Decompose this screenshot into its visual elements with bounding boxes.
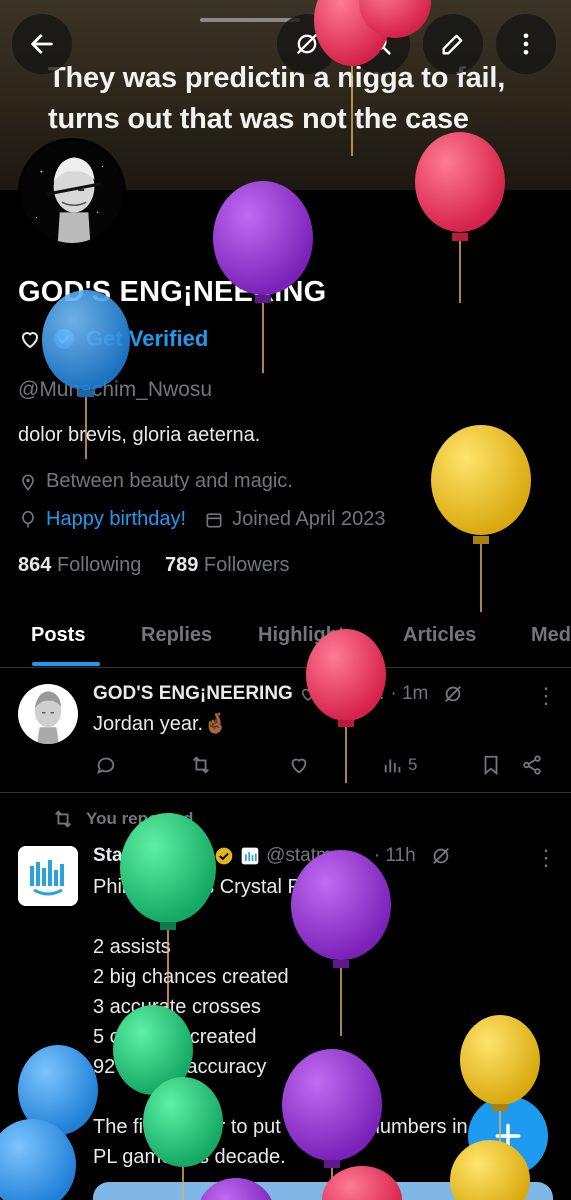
- get-verified-link[interactable]: Get Verified: [86, 326, 208, 352]
- joined-text: Joined April 2023: [232, 508, 386, 530]
- birthday-joined-row: Happy birthday! Joined April 2023: [18, 508, 386, 531]
- balloon-blue: [18, 1045, 98, 1200]
- verified-badge-icon: [54, 329, 74, 349]
- tab-highlights[interactable]: Highlights: [258, 624, 356, 647]
- post-header: StatMuse FC @statmus... · 11h: [93, 845, 452, 867]
- more-button[interactable]: [496, 14, 556, 74]
- post-more-icon[interactable]: ⋮: [535, 683, 557, 709]
- hide-icon[interactable]: [430, 845, 452, 867]
- views-button[interactable]: 5: [382, 754, 417, 776]
- balloon-blue: [0, 1119, 76, 1200]
- media-card-preview[interactable]: [93, 1182, 553, 1200]
- repost-label: You reposted: [52, 808, 193, 830]
- verified-row: Get Verified: [18, 326, 208, 352]
- profile-avatar[interactable]: [18, 138, 126, 246]
- hide-icon[interactable]: [442, 683, 464, 705]
- post-time: · 1m: [390, 683, 429, 704]
- search-icon: [368, 32, 391, 55]
- post-avatar[interactable]: [18, 684, 78, 744]
- profile-tabs: Posts Replies Highlights Articles Media: [0, 608, 571, 668]
- search-button[interactable]: [350, 14, 410, 74]
- like-icon: [291, 758, 307, 774]
- follow-stats: 864 Following 789 Followers: [18, 554, 290, 577]
- tab-posts[interactable]: Posts: [31, 624, 85, 647]
- bookmark-button[interactable]: [480, 754, 502, 776]
- heart-icon: [21, 332, 39, 349]
- birthday-text: Happy birthday!: [46, 508, 187, 530]
- drag-handle: [200, 18, 300, 22]
- location-text: Between beauty and magic.: [46, 470, 293, 492]
- tab-articles[interactable]: Articles: [403, 624, 476, 647]
- back-button[interactable]: [12, 14, 72, 74]
- post-divider: [0, 792, 571, 793]
- statue-avatar-image: [18, 684, 78, 744]
- back-arrow-icon: [31, 34, 53, 54]
- heart-icon: [301, 688, 314, 701]
- bookmark-icon: [484, 755, 498, 776]
- post-author-handle: @statmus...: [266, 845, 368, 866]
- views-icon: [384, 759, 401, 773]
- location-row: Between beauty and magic.: [18, 470, 293, 493]
- repost-icon: [55, 810, 71, 828]
- statue-avatar-image: [21, 141, 123, 243]
- statmuse-avatar[interactable]: [18, 846, 78, 906]
- compose-button[interactable]: [468, 1096, 548, 1176]
- post-author-handle: @Mu...: [322, 683, 385, 704]
- edit-icon: [442, 34, 463, 55]
- calendar-icon: [206, 512, 222, 527]
- repost-icon: [193, 756, 209, 774]
- share-button[interactable]: [521, 754, 543, 776]
- tab-media[interactable]: Media: [531, 624, 571, 647]
- post-author-name[interactable]: GOD'S ENG¡NEERING: [93, 683, 293, 705]
- following-link[interactable]: 864 Following: [18, 554, 141, 576]
- profile-name: GOD'S ENG¡NEERING: [18, 276, 327, 308]
- balloon-icon: [22, 510, 34, 527]
- statmuse-logo-icon: [18, 846, 78, 906]
- post-text: Jordan year.🤞🏾: [93, 713, 228, 735]
- post-time: · 11h: [373, 845, 416, 866]
- edit-button[interactable]: [423, 14, 483, 74]
- profile-handle: @Munachim_Nwosu: [18, 378, 213, 401]
- gold-verified-badge-icon: [215, 847, 233, 865]
- location-icon: [22, 474, 34, 491]
- hide-button[interactable]: [277, 14, 337, 74]
- more-vertical-icon: [523, 33, 529, 55]
- profile-bio: dolor brevis, gloria aeterna.: [18, 424, 261, 446]
- active-tab-indicator: [32, 662, 100, 666]
- affiliate-badge-icon: [241, 847, 259, 865]
- compose-plus-icon: [495, 1123, 521, 1149]
- repost-button[interactable]: [190, 754, 212, 776]
- post-more-icon[interactable]: ⋮: [535, 845, 557, 871]
- like-button[interactable]: [288, 754, 310, 776]
- post-text: Phil Foden vs Crystal Palace: 2 assists …: [93, 876, 484, 1168]
- post-header: GOD'S ENG¡NEERING @Mu... · 1m: [93, 683, 464, 705]
- post-author-name[interactable]: StatMuse FC: [93, 845, 208, 867]
- views-count: 5: [408, 755, 418, 774]
- hide-icon: [296, 33, 318, 55]
- share-icon: [523, 755, 541, 775]
- followers-link[interactable]: 789 Followers: [165, 554, 290, 576]
- reply-button[interactable]: [95, 754, 117, 776]
- tab-replies[interactable]: Replies: [141, 624, 212, 647]
- balloon-yellow: [431, 425, 531, 612]
- reply-icon: [97, 757, 115, 775]
